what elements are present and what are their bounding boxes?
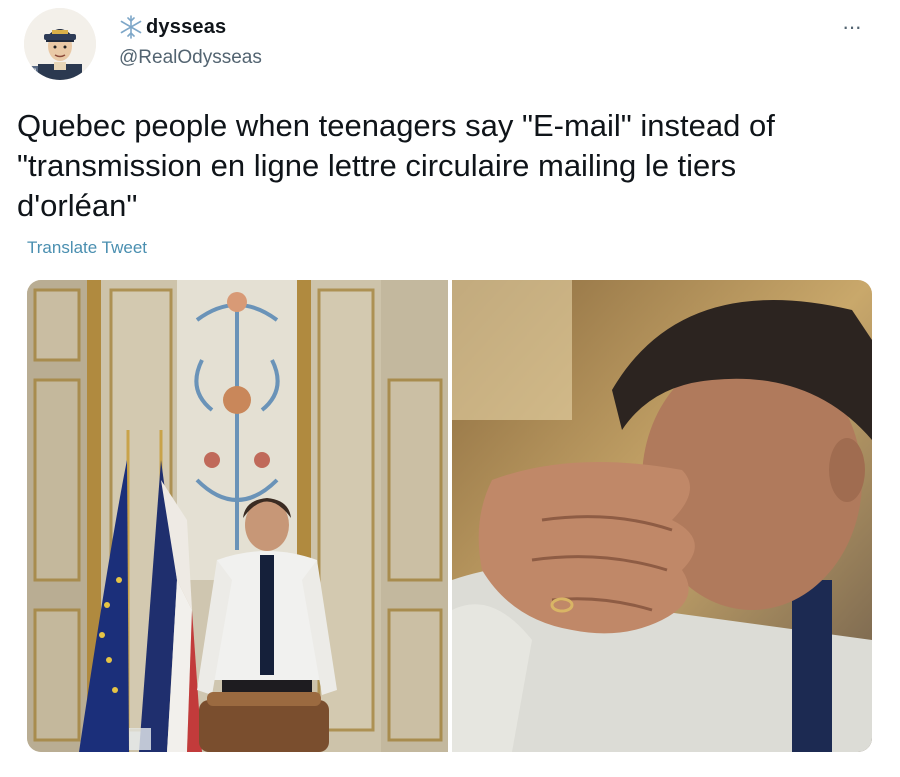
tweet-text: Quebec people when teenagers say "E-mail…	[17, 108, 775, 223]
tweet-media[interactable]	[27, 280, 872, 752]
more-options-icon[interactable]: ···	[842, 14, 862, 40]
avatar[interactable]: TL	[24, 8, 96, 80]
author-display-name: dysseas	[146, 15, 227, 38]
author-name-row[interactable]: dysseas	[118, 14, 226, 40]
cartoon-captain-avatar-icon: TL	[24, 8, 96, 80]
translate-tweet-link[interactable]: Translate Tweet	[27, 238, 147, 258]
man-leaning-over-desk-image	[27, 280, 448, 752]
tweet-card: TL dysseas @RealOdysseas ··· Quebec peop…	[0, 0, 900, 777]
author-handle[interactable]: @RealOdysseas	[119, 47, 262, 69]
right-photo[interactable]	[452, 280, 872, 752]
snowflake-icon	[120, 15, 142, 39]
svg-text:TL: TL	[30, 68, 39, 75]
man-covering-face-image	[452, 280, 872, 752]
left-photo[interactable]	[27, 280, 448, 752]
